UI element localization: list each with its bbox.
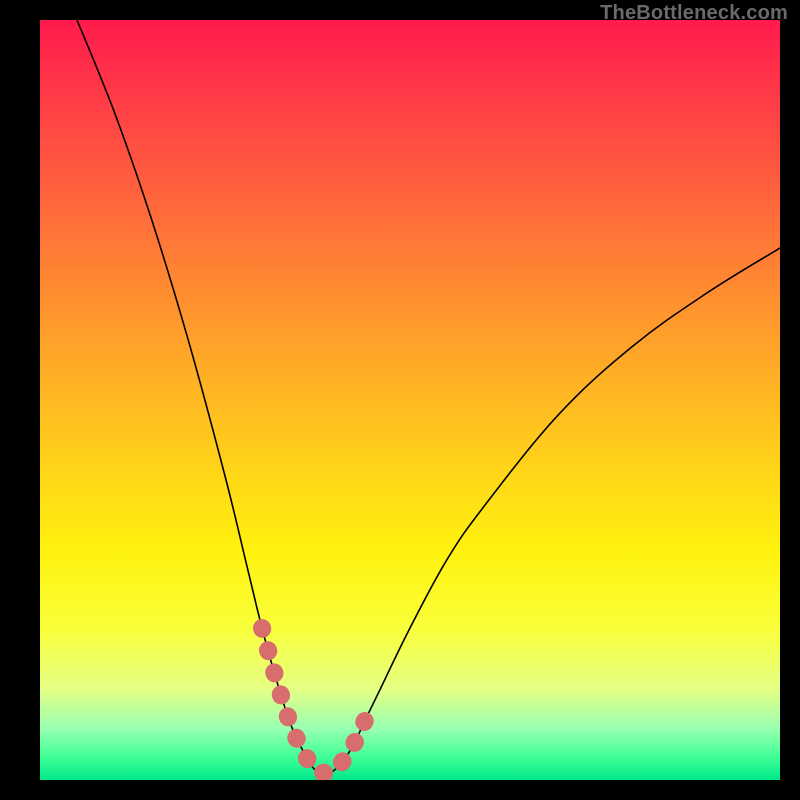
chart-frame: TheBottleneck.com	[0, 0, 800, 800]
curve-layer	[40, 20, 780, 780]
plot-area	[40, 20, 780, 780]
bottleneck-curve	[77, 20, 780, 773]
